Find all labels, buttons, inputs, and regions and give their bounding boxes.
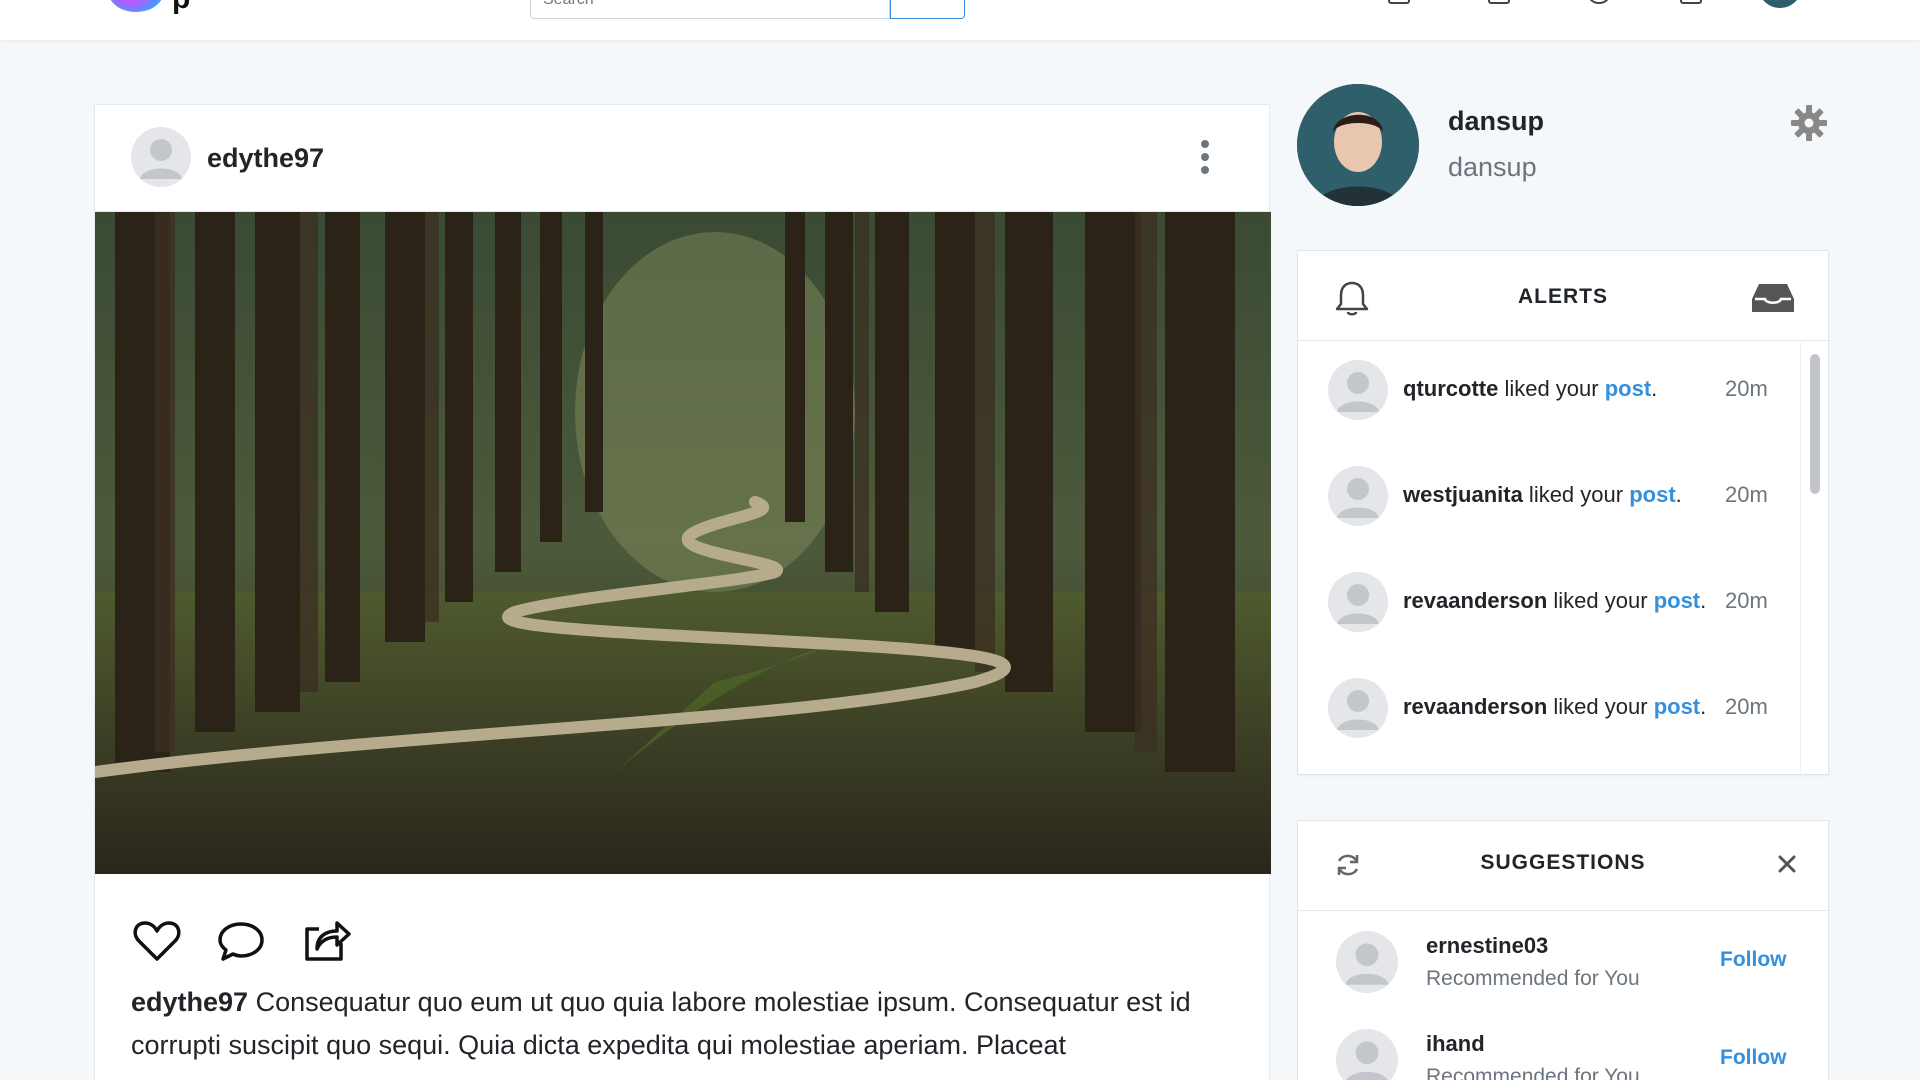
alert-suffix: .: [1651, 376, 1658, 401]
post-actions: [131, 915, 431, 975]
profile-avatar[interactable]: [1297, 84, 1419, 206]
settings-gear-icon[interactable]: [1790, 104, 1828, 142]
close-icon[interactable]: [1774, 851, 1800, 877]
alerts-scrollbar[interactable]: [1800, 342, 1828, 774]
alert-suffix: .: [1675, 482, 1682, 507]
search-button[interactable]: [890, 0, 965, 19]
suggestions-title: SUGGESTIONS: [1480, 851, 1646, 874]
alert-post-link[interactable]: post: [1654, 694, 1700, 719]
post-author-avatar[interactable]: [131, 127, 191, 187]
alert-action: liked your: [1498, 376, 1605, 401]
caption-username[interactable]: edythe97: [131, 987, 248, 1017]
alert-time: 20m: [1725, 588, 1768, 613]
alert-username[interactable]: westjuanita: [1403, 482, 1523, 507]
post-author-name[interactable]: edythe97: [207, 143, 324, 174]
comment-icon[interactable]: [215, 915, 267, 967]
suggestion-username[interactable]: ihand: [1426, 1031, 1485, 1057]
suggestion-reason: Recommended for You: [1426, 1065, 1640, 1080]
suggestion-avatar[interactable]: [1336, 1029, 1398, 1080]
suggestions-card: SUGGESTIONS ernestine03 Recommended for …: [1297, 820, 1829, 1080]
follow-button[interactable]: Follow: [1720, 1046, 1787, 1070]
alerts-scroll-thumb[interactable]: [1810, 354, 1820, 494]
alert-username[interactable]: revaanderson: [1403, 694, 1547, 719]
alerts-list: qturcotte liked your post. 20m westjuani…: [1298, 342, 1798, 774]
alert-text: revaanderson liked your post.: [1403, 694, 1706, 720]
top-navbar: p: [0, 0, 1920, 40]
compass-icon[interactable]: [1588, 0, 1610, 4]
alert-avatar[interactable]: [1328, 466, 1388, 526]
alert-text: westjuanita liked your post.: [1403, 482, 1682, 508]
alert-action: liked your: [1547, 694, 1654, 719]
follow-button[interactable]: Follow: [1720, 948, 1787, 972]
alerts-title: ALERTS: [1518, 285, 1608, 308]
alert-username[interactable]: revaanderson: [1403, 588, 1547, 613]
logo-icon[interactable]: [108, 0, 164, 12]
suggestions-header: SUGGESTIONS: [1298, 821, 1828, 911]
search-input[interactable]: [530, 0, 890, 19]
alert-avatar[interactable]: [1328, 360, 1388, 420]
share-icon[interactable]: [301, 915, 353, 967]
suggestion-item: ernestine03 Recommended for You Follow: [1298, 913, 1830, 1011]
alert-time: 20m: [1725, 482, 1768, 507]
alert-avatar[interactable]: [1328, 572, 1388, 632]
alert-post-link[interactable]: post: [1629, 482, 1675, 507]
nav-avatar[interactable]: [1758, 0, 1802, 8]
caption-text: Consequatur quo eum ut quo quia labore m…: [131, 987, 1191, 1060]
alert-suffix: .: [1700, 694, 1707, 719]
alert-text: qturcotte liked your post.: [1403, 376, 1657, 402]
profile-username: dansup: [1448, 152, 1537, 182]
post-card: edythe97 edythe97 Consequatur quo eum ut…: [94, 104, 1271, 1080]
alert-text: revaanderson liked your post.: [1403, 588, 1706, 614]
alert-username[interactable]: qturcotte: [1403, 376, 1498, 401]
alert-action: liked your: [1522, 482, 1630, 507]
logo-text[interactable]: p: [172, 0, 190, 16]
alert-avatar[interactable]: [1328, 678, 1388, 738]
profile-name[interactable]: dansup: [1448, 106, 1544, 137]
post-caption: edythe97 Consequatur quo eum ut quo quia…: [131, 981, 1241, 1067]
alerts-header: ALERTS: [1298, 251, 1828, 341]
post-header: edythe97: [95, 105, 1271, 212]
home-icon[interactable]: [1388, 0, 1410, 4]
suggestion-username[interactable]: ernestine03: [1426, 933, 1548, 959]
like-heart-icon[interactable]: [131, 915, 183, 967]
alert-post-link[interactable]: post: [1605, 376, 1651, 401]
alert-item[interactable]: qturcotte liked your post. 20m: [1298, 342, 1798, 448]
inbox-tray-icon[interactable]: [1750, 281, 1796, 315]
post-more-options-icon[interactable]: [1189, 135, 1221, 179]
forest-path-photo: [95, 212, 1271, 874]
alert-item[interactable]: revaanderson liked your post. 20m: [1298, 554, 1798, 660]
inbox-icon[interactable]: [1680, 0, 1702, 4]
alert-time: 20m: [1725, 376, 1768, 401]
alert-action: liked your: [1547, 588, 1654, 613]
alert-item[interactable]: westjuanita liked your post. 20m: [1298, 448, 1798, 554]
alert-item[interactable]: revaanderson liked your post. 20m: [1298, 660, 1798, 766]
post-image[interactable]: [95, 212, 1271, 874]
alert-time: 20m: [1725, 694, 1768, 719]
explore-icon[interactable]: [1488, 0, 1510, 4]
suggestion-reason: Recommended for You: [1426, 967, 1640, 990]
alert-post-link[interactable]: post: [1654, 588, 1700, 613]
alert-suffix: .: [1700, 588, 1707, 613]
alerts-card: ALERTS qturcotte liked your post. 20m we…: [1297, 250, 1829, 775]
suggestion-avatar[interactable]: [1336, 931, 1398, 993]
suggestion-item: ihand Recommended for You Follow: [1298, 1011, 1830, 1080]
